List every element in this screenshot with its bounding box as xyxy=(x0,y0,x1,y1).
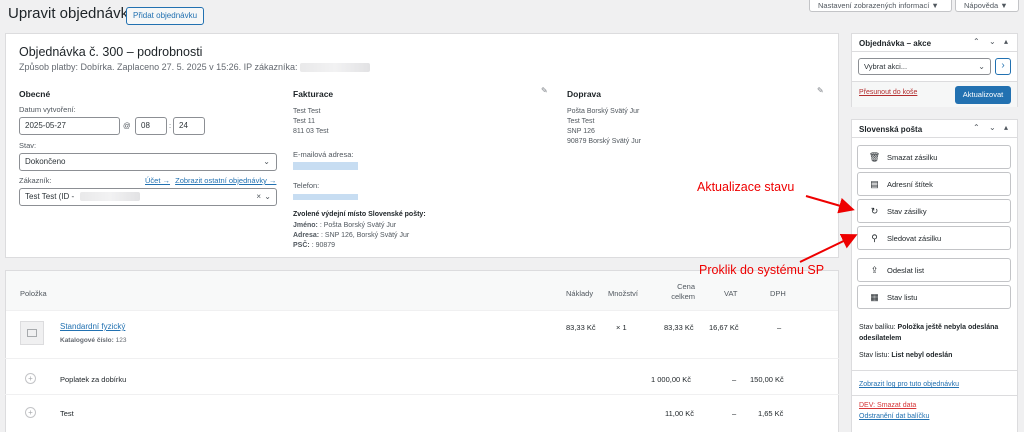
arrow-track xyxy=(799,233,858,263)
annotation-arrows xyxy=(799,195,858,263)
arrow-status xyxy=(805,195,855,214)
